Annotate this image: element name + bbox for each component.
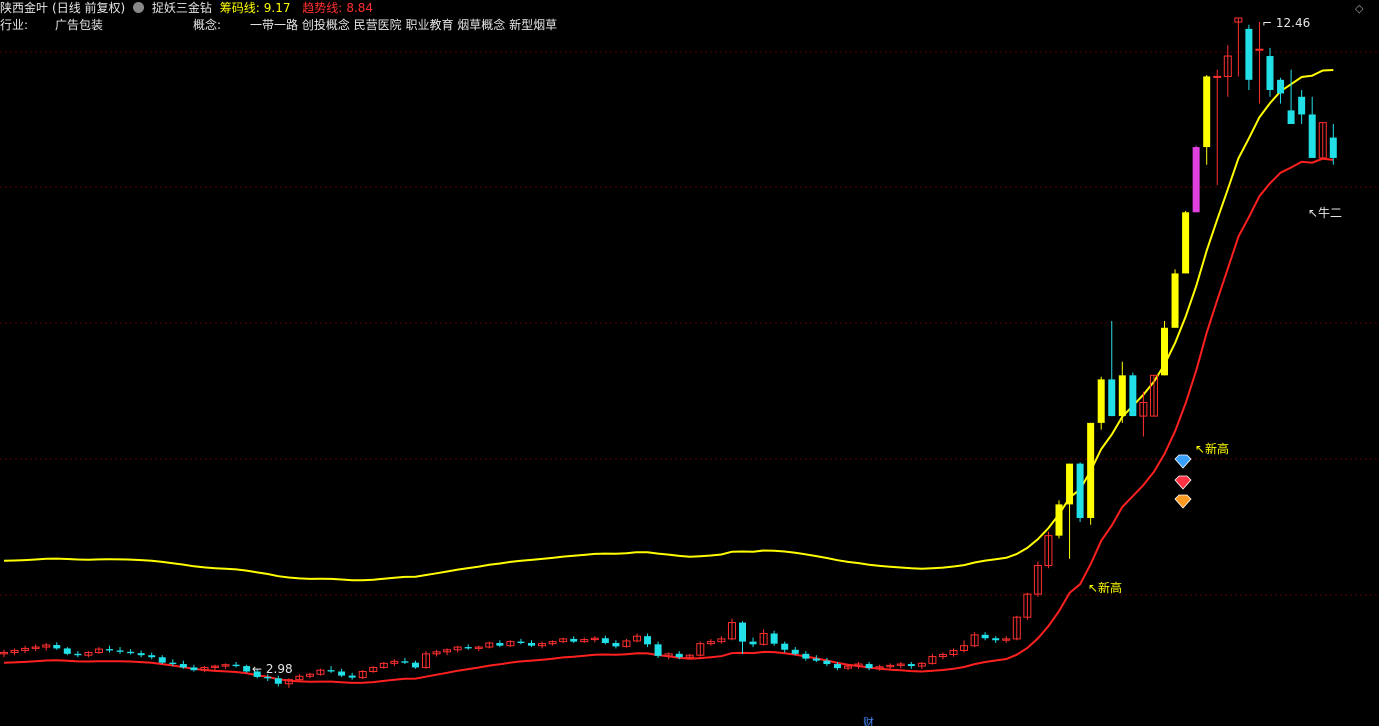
candle-body (1087, 422, 1095, 518)
candle-body (116, 650, 124, 652)
chip-line (3, 69, 1334, 582)
candle-body (1066, 463, 1074, 505)
candle-body (739, 622, 746, 642)
candle-body (770, 633, 778, 644)
candle-body (464, 647, 472, 649)
candle-body (612, 642, 620, 647)
candle-body (158, 657, 166, 663)
candle-body (190, 667, 198, 671)
candle-body (1287, 110, 1295, 124)
bull-two-annotation: ↖牛二 (1308, 205, 1342, 220)
candle-body (264, 676, 272, 679)
candle-body (1076, 463, 1084, 518)
candle-body (1161, 327, 1168, 376)
candle-body (992, 638, 1000, 641)
candle-body (1192, 147, 1200, 213)
candle-body (1298, 96, 1306, 115)
candle-body (528, 642, 535, 646)
candle-body (1266, 56, 1274, 91)
candle-body (1171, 273, 1179, 328)
candle-body (1118, 375, 1126, 417)
candle-body (1203, 76, 1211, 148)
candle-body (1055, 504, 1063, 536)
candle-body (644, 636, 652, 645)
candle-body (601, 638, 609, 643)
candle-body (1329, 137, 1337, 158)
candle-body (791, 649, 799, 654)
new-high-annotation-1: ↖新高 (1088, 580, 1122, 595)
candle-body (1255, 48, 1264, 51)
candle-body (517, 641, 525, 643)
candle-body (179, 664, 187, 668)
candle-body (169, 662, 177, 665)
candle-body (654, 644, 662, 656)
candle-body (1213, 75, 1222, 78)
candle-body (496, 642, 504, 646)
trend-line (3, 157, 1334, 684)
candle-body (1129, 375, 1137, 417)
candle-body (981, 634, 989, 639)
candle-body (348, 675, 356, 678)
candle-body (127, 651, 135, 654)
candle-body (781, 643, 789, 650)
new-high-annotation-2: ↖新高 (1195, 441, 1229, 456)
candle-body (833, 664, 841, 669)
min-price-label: ← 2.98 (252, 662, 293, 676)
candle-body (675, 653, 683, 658)
candle-body (148, 655, 156, 658)
candlestick-chart: ⌐ 12.46 ← 2.98 ↖新高 ↖新高 ↖牛二财 (0, 16, 1379, 726)
candle-body (274, 678, 282, 684)
candle-body (1277, 79, 1285, 94)
candle-body (232, 664, 240, 667)
candle-body (401, 661, 409, 663)
max-price-label: ⌐ 12.46 (1262, 16, 1310, 30)
candle-body (1108, 379, 1116, 417)
candle-body (74, 653, 82, 656)
red-diamond-icon (1174, 475, 1192, 490)
candle-body (907, 664, 915, 667)
candle-body (1182, 212, 1190, 274)
candle-body (570, 638, 578, 642)
candle-body (106, 649, 113, 651)
candle-body (63, 648, 71, 654)
blue-diamond-icon (1174, 454, 1192, 469)
candle-body (823, 660, 831, 665)
candle-body (812, 658, 820, 661)
candle-body (327, 670, 335, 672)
candle-body (1245, 28, 1253, 80)
candle-body (749, 641, 757, 645)
candle-body (243, 666, 251, 672)
orange-diamond-icon (1174, 494, 1192, 509)
candle-body (1097, 379, 1105, 423)
candle-body (338, 671, 346, 676)
candle-body (411, 662, 419, 668)
candle-body (802, 653, 810, 659)
candle-body (137, 653, 145, 656)
candle-body (1308, 114, 1316, 158)
candle-body (53, 645, 61, 649)
finance-marker: 财 (863, 715, 874, 726)
candle-body (865, 664, 873, 669)
